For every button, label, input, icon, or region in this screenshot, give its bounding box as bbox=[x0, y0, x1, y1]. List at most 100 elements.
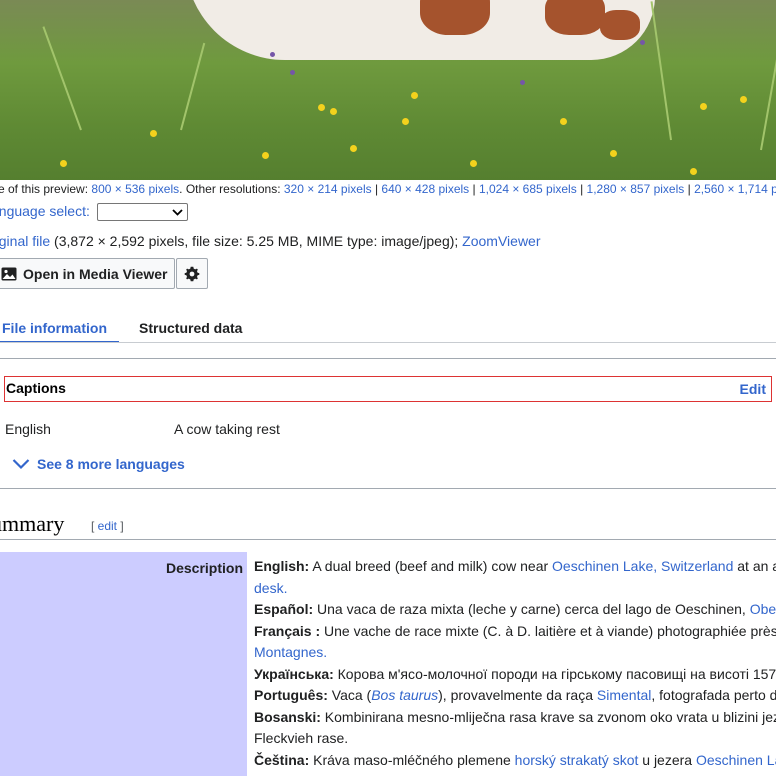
description-line: Montagnes. bbox=[254, 642, 776, 664]
description-text: ), provavelmente da raça bbox=[438, 687, 597, 703]
flower bbox=[262, 152, 269, 159]
description-text: u jezera bbox=[638, 751, 696, 768]
see-more-languages-button[interactable]: See 8 more languages bbox=[12, 456, 185, 472]
flower bbox=[270, 52, 275, 57]
description-text: , fotografada perto do bbox=[651, 687, 776, 703]
description-link[interactable]: desk. bbox=[254, 580, 287, 596]
captions-title: Captions bbox=[6, 380, 66, 396]
description-line: Español: Una vaca de raza mixta (leche y… bbox=[254, 599, 776, 621]
tab-file-information[interactable]: File information bbox=[2, 320, 107, 336]
resolution-link[interactable]: 640 × 428 pixels bbox=[381, 182, 469, 196]
flower bbox=[740, 96, 747, 103]
lang-name: Čeština: bbox=[254, 751, 310, 768]
flower bbox=[610, 150, 617, 157]
bracket-close: ] bbox=[117, 519, 124, 533]
description-content: English: A dual breed (beef and milk) co… bbox=[254, 552, 776, 776]
grass bbox=[42, 26, 82, 131]
open-media-viewer-button[interactable]: Open in Media Viewer bbox=[0, 258, 175, 289]
file-page-tabs: File information Structured data bbox=[0, 315, 776, 343]
language-select-row: anguage select: bbox=[0, 203, 188, 222]
resolution-link[interactable]: 1,280 × 857 pixels bbox=[587, 182, 685, 196]
preview-size-label: ze of this preview: bbox=[0, 182, 89, 196]
flower bbox=[350, 145, 357, 152]
bracket-open: [ bbox=[91, 519, 98, 533]
description-line: Čeština: Kráva maso-mléčného plemene hor… bbox=[254, 750, 776, 772]
description-link[interactable]: Montagnes. bbox=[254, 644, 327, 660]
resolution-link[interactable]: 320 × 214 pixels bbox=[284, 182, 372, 196]
summary-divider bbox=[0, 539, 776, 540]
description-link[interactable]: Simental bbox=[597, 687, 651, 703]
lang-name: Português: bbox=[254, 687, 328, 703]
chevron-down-icon bbox=[172, 209, 183, 217]
captions-header: Captions Edit bbox=[4, 376, 772, 402]
image-icon bbox=[1, 267, 17, 280]
flower bbox=[290, 70, 295, 75]
description-text: A dual breed (beef and milk) cow near bbox=[309, 558, 553, 574]
tab-structured-data[interactable]: Structured data bbox=[139, 320, 242, 336]
language-select-dropdown[interactable] bbox=[96, 203, 188, 222]
grass bbox=[760, 31, 776, 151]
flower bbox=[560, 118, 567, 125]
description-line: Українська: Корова м'ясо-молочної породи… bbox=[254, 664, 776, 686]
description-link[interactable]: Oeschinen Lake, bbox=[696, 752, 776, 768]
description-text: Корова м'ясо-молочної породи на гірськом… bbox=[333, 665, 776, 682]
flower bbox=[60, 160, 67, 167]
caption-language: English bbox=[5, 421, 51, 437]
flower bbox=[700, 103, 707, 110]
description-link[interactable]: Oberland bbox=[750, 601, 776, 617]
description-line: Bosanski: Kombinirana mesno-mliječna ras… bbox=[254, 707, 776, 729]
description-link[interactable]: Oeschinen Lake, Switzerland bbox=[552, 558, 733, 574]
other-resolutions-label: Other resolutions: bbox=[185, 182, 281, 196]
description-text: at an altitu bbox=[737, 558, 776, 574]
file-preview-image[interactable] bbox=[0, 0, 776, 180]
description-text: Une vache de race mixte (C. à D. laitièr… bbox=[320, 622, 776, 639]
lang-name: Bosanski: bbox=[254, 708, 321, 725]
preview-resolutions: ze of this preview: 800 × 536 pixels. Ot… bbox=[0, 182, 776, 196]
cow-spot bbox=[600, 10, 640, 40]
original-file-link[interactable]: riginal file bbox=[0, 233, 50, 249]
resolution-link[interactable]: 2,560 × 1,714 pixe bbox=[694, 182, 776, 196]
flower bbox=[640, 40, 645, 45]
description-link[interactable]: horský strakatý skot bbox=[515, 752, 639, 768]
chevron-down-icon bbox=[12, 459, 30, 470]
description-line: Fleckvieh rase. bbox=[254, 728, 776, 750]
caption-text: A cow taking rest bbox=[174, 421, 280, 437]
media-viewer-settings-button[interactable] bbox=[176, 258, 208, 289]
lang-name: Українська: bbox=[254, 665, 334, 682]
lang-name: Français : bbox=[254, 622, 321, 639]
lang-name: English: bbox=[254, 558, 310, 574]
description-text: Una vaca de raza mixta (leche y carne) c… bbox=[313, 601, 750, 617]
captions-edit-link[interactable]: Edit bbox=[740, 381, 766, 397]
flower bbox=[318, 104, 325, 111]
description-text: Kráva maso-mléčného plemene bbox=[309, 751, 515, 768]
flower bbox=[402, 118, 409, 125]
flower bbox=[690, 168, 697, 175]
description-link[interactable]: Bos taurus bbox=[371, 687, 438, 703]
description-text: Vaca ( bbox=[327, 687, 372, 703]
summary-edit-link[interactable]: edit bbox=[98, 519, 117, 533]
zoomviewer-link[interactable]: ZoomViewer bbox=[462, 233, 540, 249]
description-text: Fleckvieh rase. bbox=[254, 730, 349, 746]
preview-size-link[interactable]: 800 × 536 pixels bbox=[91, 182, 179, 196]
original-file-row: riginal file (3,872 × 2,592 pixels, file… bbox=[0, 233, 541, 249]
flower bbox=[150, 130, 157, 137]
summary-edit-wrapper: [ edit ] bbox=[91, 519, 124, 533]
captions-divider bbox=[0, 488, 776, 489]
see-more-languages-label: See 8 more languages bbox=[37, 456, 185, 472]
flower bbox=[411, 92, 418, 99]
resolution-link[interactable]: 1,024 × 685 pixels bbox=[479, 182, 577, 196]
description-line: Français : Une vache de race mixte (C. à… bbox=[254, 621, 776, 643]
gear-icon bbox=[184, 266, 200, 281]
open-media-viewer-label: Open in Media Viewer bbox=[23, 265, 168, 282]
original-file-details: (3,872 × 2,592 pixels, file size: 5.25 M… bbox=[50, 233, 463, 249]
description-label: Description bbox=[165, 560, 243, 576]
cow-spot bbox=[420, 0, 490, 35]
description-label-cell: Description bbox=[0, 552, 247, 776]
cow-spot bbox=[545, 0, 605, 35]
description-line: English: A dual breed (beef and milk) co… bbox=[254, 552, 776, 578]
flower bbox=[470, 160, 477, 167]
grass bbox=[650, 1, 672, 141]
language-select-label: anguage select: bbox=[0, 203, 90, 219]
section-divider bbox=[0, 358, 776, 359]
lang-name: Español: bbox=[254, 601, 314, 617]
